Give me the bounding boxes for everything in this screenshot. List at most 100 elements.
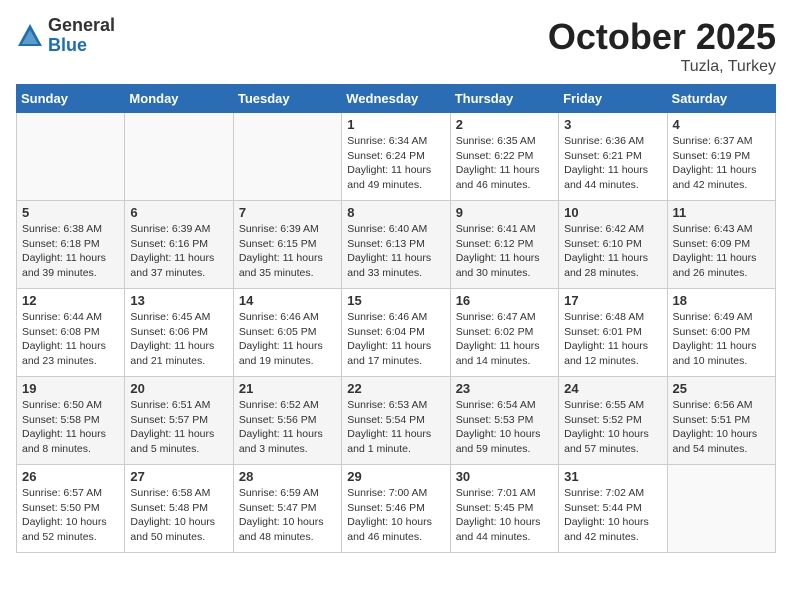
- day-info: Sunrise: 6:34 AM Sunset: 6:24 PM Dayligh…: [347, 134, 444, 193]
- calendar-cell: 12Sunrise: 6:44 AM Sunset: 6:08 PM Dayli…: [17, 289, 125, 377]
- day-number: 10: [564, 205, 661, 220]
- calendar-cell: 23Sunrise: 6:54 AM Sunset: 5:53 PM Dayli…: [450, 377, 558, 465]
- day-number: 13: [130, 293, 227, 308]
- calendar-cell: 8 Sunrise: 6:40 AM Sunset: 6:13 PM Daylig…: [342, 201, 450, 289]
- day-info: Sunrise: 6:37 AM Sunset: 6:19 PM Dayligh…: [673, 134, 770, 193]
- day-info: Sunrise: 6:59 AM Sunset: 5:47 PM Dayligh…: [239, 486, 336, 545]
- day-info: Sunrise: 6:48 AM Sunset: 6:01 PM Dayligh…: [564, 310, 661, 369]
- day-info: Sunrise: 7:00 AM Sunset: 5:46 PM Dayligh…: [347, 486, 444, 545]
- day-info: Sunrise: 6:35 AM Sunset: 6:22 PM Dayligh…: [456, 134, 553, 193]
- day-info: Sunrise: 6:57 AM Sunset: 5:50 PM Dayligh…: [22, 486, 119, 545]
- day-number: 28: [239, 469, 336, 484]
- day-number: 24: [564, 381, 661, 396]
- day-info: Sunrise: 6:45 AM Sunset: 6:06 PM Dayligh…: [130, 310, 227, 369]
- calendar-cell: 1 Sunrise: 6:34 AM Sunset: 6:24 PM Daylig…: [342, 113, 450, 201]
- day-number: 9: [456, 205, 553, 220]
- day-info: Sunrise: 6:46 AM Sunset: 6:04 PM Dayligh…: [347, 310, 444, 369]
- day-info: Sunrise: 6:46 AM Sunset: 6:05 PM Dayligh…: [239, 310, 336, 369]
- day-number: 21: [239, 381, 336, 396]
- day-number: 23: [456, 381, 553, 396]
- day-number: 25: [673, 381, 770, 396]
- calendar-cell: 28 Sunrise: 6:59 AM Sunset: 5:47 PM Dayli…: [233, 465, 341, 553]
- logo-text: General Blue: [48, 16, 115, 56]
- calendar-cell: 9 Sunrise: 6:41 AM Sunset: 6:12 PM Daylig…: [450, 201, 558, 289]
- day-number: 3: [564, 117, 661, 132]
- weekday-header: Thursday: [450, 85, 558, 113]
- location: Tuzla, Turkey: [548, 58, 776, 76]
- calendar-cell: 15 Sunrise: 6:46 AM Sunset: 6:04 PM Dayli…: [342, 289, 450, 377]
- weekday-header: Tuesday: [233, 85, 341, 113]
- calendar-table: SundayMondayTuesdayWednesdayThursdayFrid…: [16, 84, 776, 553]
- calendar-cell: 10 Sunrise: 6:42 AM Sunset: 6:10 PM Dayli…: [559, 201, 667, 289]
- day-number: 4: [673, 117, 770, 132]
- calendar-cell: 5 Sunrise: 6:38 AM Sunset: 6:18 PM Daylig…: [17, 201, 125, 289]
- day-info: Sunrise: 6:40 AM Sunset: 6:13 PM Dayligh…: [347, 222, 444, 281]
- calendar-cell: 26Sunrise: 6:57 AM Sunset: 5:50 PM Dayli…: [17, 465, 125, 553]
- day-info: Sunrise: 6:39 AM Sunset: 6:15 PM Dayligh…: [239, 222, 336, 281]
- day-number: 1: [347, 117, 444, 132]
- calendar-cell: [233, 113, 341, 201]
- logo: General Blue: [16, 16, 115, 56]
- logo-blue-text: Blue: [48, 36, 115, 56]
- calendar-week-row: 12Sunrise: 6:44 AM Sunset: 6:08 PM Dayli…: [17, 289, 776, 377]
- calendar-week-row: 26Sunrise: 6:57 AM Sunset: 5:50 PM Dayli…: [17, 465, 776, 553]
- day-number: 5: [22, 205, 119, 220]
- calendar-week-row: 1 Sunrise: 6:34 AM Sunset: 6:24 PM Daylig…: [17, 113, 776, 201]
- day-info: Sunrise: 7:02 AM Sunset: 5:44 PM Dayligh…: [564, 486, 661, 545]
- day-info: Sunrise: 6:38 AM Sunset: 6:18 PM Dayligh…: [22, 222, 119, 281]
- day-info: Sunrise: 6:50 AM Sunset: 5:58 PM Dayligh…: [22, 398, 119, 457]
- calendar-cell: 16Sunrise: 6:47 AM Sunset: 6:02 PM Dayli…: [450, 289, 558, 377]
- logo-icon: [16, 22, 44, 50]
- day-info: Sunrise: 6:58 AM Sunset: 5:48 PM Dayligh…: [130, 486, 227, 545]
- day-number: 19: [22, 381, 119, 396]
- day-number: 29: [347, 469, 444, 484]
- calendar-cell: 31 Sunrise: 7:02 AM Sunset: 5:44 PM Dayli…: [559, 465, 667, 553]
- day-number: 27: [130, 469, 227, 484]
- month-title: October 2025: [548, 16, 776, 58]
- day-number: 17: [564, 293, 661, 308]
- calendar-cell: 3Sunrise: 6:36 AM Sunset: 6:21 PM Daylig…: [559, 113, 667, 201]
- calendar-cell: 25 Sunrise: 6:56 AM Sunset: 5:51 PM Dayli…: [667, 377, 775, 465]
- calendar-cell: 29 Sunrise: 7:00 AM Sunset: 5:46 PM Dayli…: [342, 465, 450, 553]
- day-info: Sunrise: 6:51 AM Sunset: 5:57 PM Dayligh…: [130, 398, 227, 457]
- calendar-cell: 13 Sunrise: 6:45 AM Sunset: 6:06 PM Dayli…: [125, 289, 233, 377]
- day-info: Sunrise: 6:56 AM Sunset: 5:51 PM Dayligh…: [673, 398, 770, 457]
- day-number: 15: [347, 293, 444, 308]
- weekday-header: Saturday: [667, 85, 775, 113]
- calendar-cell: 24 Sunrise: 6:55 AM Sunset: 5:52 PM Dayli…: [559, 377, 667, 465]
- calendar-cell: 30Sunrise: 7:01 AM Sunset: 5:45 PM Dayli…: [450, 465, 558, 553]
- weekday-header: Monday: [125, 85, 233, 113]
- weekday-header: Wednesday: [342, 85, 450, 113]
- calendar-cell: 17 Sunrise: 6:48 AM Sunset: 6:01 PM Dayli…: [559, 289, 667, 377]
- day-info: Sunrise: 6:42 AM Sunset: 6:10 PM Dayligh…: [564, 222, 661, 281]
- day-info: Sunrise: 6:41 AM Sunset: 6:12 PM Dayligh…: [456, 222, 553, 281]
- calendar-cell: [17, 113, 125, 201]
- calendar-cell: 4 Sunrise: 6:37 AM Sunset: 6:19 PM Daylig…: [667, 113, 775, 201]
- day-number: 18: [673, 293, 770, 308]
- calendar-cell: 2 Sunrise: 6:35 AM Sunset: 6:22 PM Daylig…: [450, 113, 558, 201]
- day-number: 31: [564, 469, 661, 484]
- day-info: Sunrise: 6:43 AM Sunset: 6:09 PM Dayligh…: [673, 222, 770, 281]
- calendar-week-row: 19 Sunrise: 6:50 AM Sunset: 5:58 PM Dayli…: [17, 377, 776, 465]
- calendar-cell: 7 Sunrise: 6:39 AM Sunset: 6:15 PM Daylig…: [233, 201, 341, 289]
- day-info: Sunrise: 6:47 AM Sunset: 6:02 PM Dayligh…: [456, 310, 553, 369]
- day-number: 11: [673, 205, 770, 220]
- calendar-cell: [125, 113, 233, 201]
- calendar-cell: 20Sunrise: 6:51 AM Sunset: 5:57 PM Dayli…: [125, 377, 233, 465]
- day-info: Sunrise: 6:55 AM Sunset: 5:52 PM Dayligh…: [564, 398, 661, 457]
- calendar-week-row: 5 Sunrise: 6:38 AM Sunset: 6:18 PM Daylig…: [17, 201, 776, 289]
- day-number: 8: [347, 205, 444, 220]
- day-info: Sunrise: 6:53 AM Sunset: 5:54 PM Dayligh…: [347, 398, 444, 457]
- day-number: 7: [239, 205, 336, 220]
- page-header: General Blue October 2025 Tuzla, Turkey: [16, 16, 776, 76]
- day-number: 14: [239, 293, 336, 308]
- day-number: 2: [456, 117, 553, 132]
- day-info: Sunrise: 6:49 AM Sunset: 6:00 PM Dayligh…: [673, 310, 770, 369]
- calendar-cell: 21 Sunrise: 6:52 AM Sunset: 5:56 PM Dayli…: [233, 377, 341, 465]
- header-row: SundayMondayTuesdayWednesdayThursdayFrid…: [17, 85, 776, 113]
- day-info: Sunrise: 7:01 AM Sunset: 5:45 PM Dayligh…: [456, 486, 553, 545]
- day-number: 12: [22, 293, 119, 308]
- calendar-cell: 27 Sunrise: 6:58 AM Sunset: 5:48 PM Dayli…: [125, 465, 233, 553]
- day-info: Sunrise: 6:52 AM Sunset: 5:56 PM Dayligh…: [239, 398, 336, 457]
- calendar-cell: 11 Sunrise: 6:43 AM Sunset: 6:09 PM Dayli…: [667, 201, 775, 289]
